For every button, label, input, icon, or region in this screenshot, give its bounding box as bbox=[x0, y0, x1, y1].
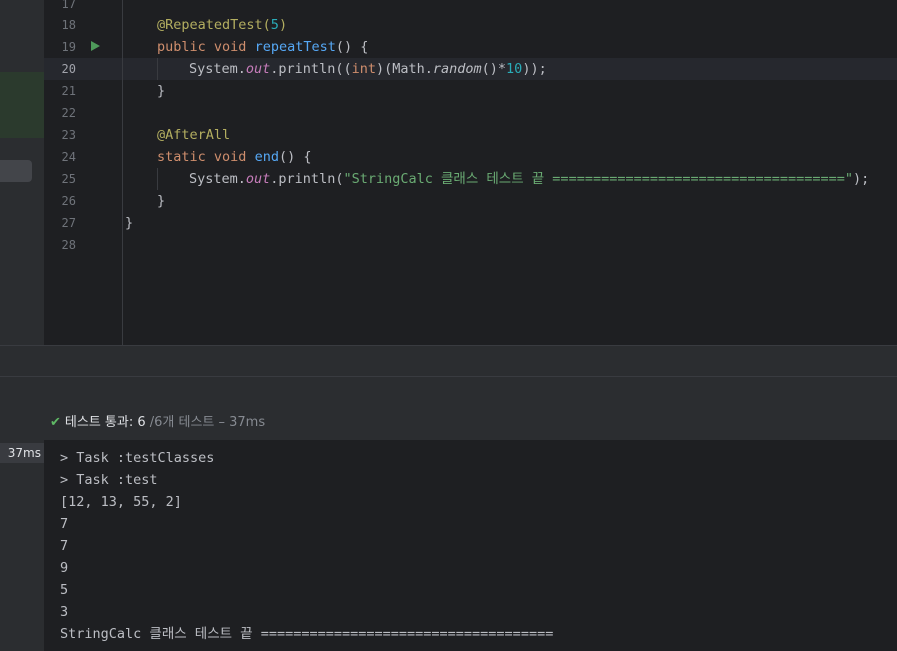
code-text: public void repeatTest() { bbox=[157, 39, 369, 55]
code-line: 18 @RepeatedTest(5) bbox=[44, 14, 897, 36]
code-line: 22 bbox=[44, 102, 897, 124]
console-line: 7 bbox=[60, 538, 69, 554]
check-icon: ✔ bbox=[50, 415, 61, 430]
test-status: ✔ 테스트 통과: 6 /6개 테스트 – 37ms bbox=[50, 411, 265, 430]
code-line: 19 public void repeatTest() { bbox=[44, 36, 897, 58]
code-line: 17 bbox=[44, 0, 897, 15]
code-line-current: 20 System.out.println((int)(Math.random(… bbox=[44, 58, 897, 80]
line-number: 24 bbox=[61, 150, 76, 164]
line-number: 17 bbox=[61, 0, 76, 11]
code-line: 26 } bbox=[44, 190, 897, 212]
line-number: 22 bbox=[61, 106, 76, 120]
test-tree bbox=[0, 440, 44, 651]
line-number: 23 bbox=[61, 128, 76, 142]
line-number: 20 bbox=[61, 62, 76, 76]
test-duration: 37ms bbox=[7, 446, 41, 460]
code-line: 27 } bbox=[44, 212, 897, 234]
line-number: 19 bbox=[61, 40, 76, 54]
run-toolbar: ✔ 테스트 통과: 6 /6개 테스트 – 37ms bbox=[0, 377, 897, 440]
code-text: static void end() { bbox=[157, 149, 312, 165]
console-line: [12, 13, 55, 2] bbox=[60, 494, 182, 510]
test-summary: /6개 테스트 – 37ms bbox=[145, 415, 266, 430]
code-line: 21 } bbox=[44, 80, 897, 102]
console-line: 9 bbox=[60, 560, 69, 576]
console-output[interactable]: > Task :testClasses > Task :test [12, 13… bbox=[44, 440, 897, 651]
line-number: 25 bbox=[61, 172, 76, 186]
console-line: 7 bbox=[60, 516, 69, 532]
code-line: 24 static void end() { bbox=[44, 146, 897, 168]
code-text: } bbox=[157, 83, 166, 99]
console-line: 3 bbox=[60, 604, 69, 620]
console-line: > Task :testClasses bbox=[60, 450, 215, 466]
test-passed-label: 테스트 통과: 6 bbox=[64, 415, 146, 430]
code-text: @RepeatedTest(5) bbox=[157, 17, 288, 33]
code-text: } bbox=[125, 215, 134, 231]
gutter-separator bbox=[122, 0, 123, 345]
code-line: 28 bbox=[44, 234, 897, 256]
line-number: 21 bbox=[61, 84, 76, 98]
indent-guide bbox=[157, 168, 158, 190]
code-text: } bbox=[157, 193, 166, 209]
code-text: System.out.println("StringCalc 클래스 테스트 끝… bbox=[189, 171, 870, 187]
line-number: 28 bbox=[61, 238, 76, 252]
indent-guide bbox=[157, 58, 158, 80]
run-test-icon[interactable] bbox=[91, 41, 100, 51]
selected-project-item[interactable] bbox=[0, 160, 32, 182]
code-line: 23 @AfterAll bbox=[44, 124, 897, 146]
code-line: 25 System.out.println("StringCalc 클래스 테스… bbox=[44, 168, 897, 190]
code-text: System.out.println((int)(Math.random()*1… bbox=[189, 61, 547, 77]
code-text: @AfterAll bbox=[157, 127, 231, 143]
line-number: 27 bbox=[61, 216, 76, 230]
code-editor[interactable]: 17 18 @RepeatedTest(5) 19 public void re… bbox=[44, 0, 897, 345]
line-number: 18 bbox=[61, 18, 76, 32]
panel-divider[interactable] bbox=[0, 345, 897, 377]
changed-files-highlight bbox=[0, 72, 44, 138]
console-line: 5 bbox=[60, 582, 69, 598]
line-number: 26 bbox=[61, 194, 76, 208]
console-line: > Task :test bbox=[60, 472, 158, 488]
console-line: StringCalc 클래스 테스트 끝 ===================… bbox=[60, 626, 554, 642]
